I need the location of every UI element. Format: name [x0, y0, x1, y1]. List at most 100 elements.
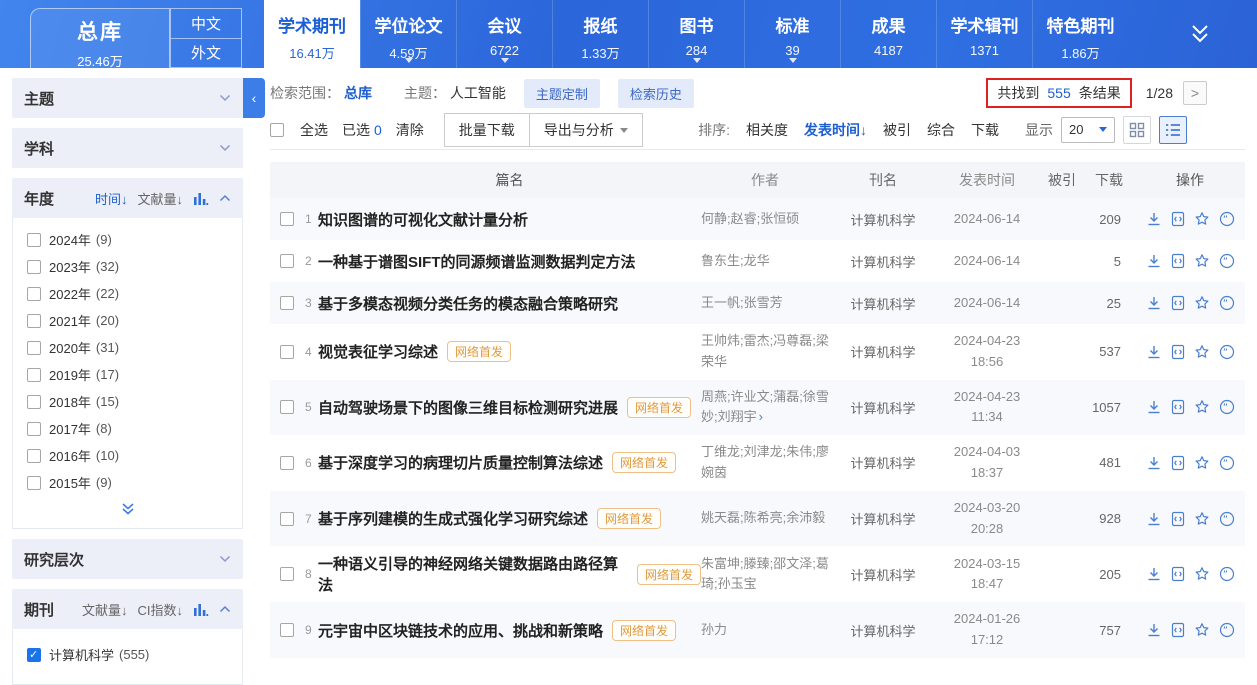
row-checkbox[interactable]: [280, 623, 294, 637]
panel-subject-header[interactable]: 学科: [12, 128, 243, 168]
year-filter-item[interactable]: 2017年 (8): [13, 415, 242, 442]
database-tab[interactable]: 学术期刊 16.41万: [264, 0, 360, 68]
select-all-label[interactable]: 全选: [300, 120, 328, 140]
article-title-link[interactable]: 元宇宙中区块链技术的应用、挑战和新策略: [318, 620, 603, 641]
download-icon[interactable]: [1146, 622, 1162, 638]
year-checkbox[interactable]: [27, 314, 41, 328]
grid-view-icon[interactable]: [1123, 116, 1151, 144]
year-checkbox[interactable]: [27, 260, 41, 274]
download-icon[interactable]: [1146, 253, 1162, 269]
topic-custom-button[interactable]: 主题定制: [524, 79, 600, 108]
row-checkbox[interactable]: [280, 512, 294, 526]
row-checkbox[interactable]: [280, 345, 294, 359]
year-checkbox[interactable]: [27, 449, 41, 463]
year-filter-item[interactable]: 2016年 (10): [13, 442, 242, 469]
journal-cell[interactable]: 计算机科学: [833, 453, 933, 472]
journal-filter-item[interactable]: 计算机科学 (555): [13, 641, 242, 668]
year-checkbox[interactable]: [27, 395, 41, 409]
tab-zongku[interactable]: 总库 25.46万: [30, 8, 170, 68]
favorite-icon[interactable]: [1194, 622, 1210, 638]
row-checkbox[interactable]: [280, 254, 294, 268]
expand-authors-icon[interactable]: ›: [759, 409, 763, 424]
download-icon[interactable]: [1146, 211, 1162, 227]
year-checkbox[interactable]: [27, 341, 41, 355]
authors-cell[interactable]: 丁维龙;刘津龙;朱伟;廖婉茵: [701, 442, 833, 484]
sort-by-ci-index[interactable]: CI指数↓: [137, 600, 183, 619]
download-icon[interactable]: [1146, 295, 1162, 311]
journal-cell[interactable]: 计算机科学: [833, 210, 933, 229]
article-title-link[interactable]: 一种基于谱图SIFT的同源频谱监测数据判定方法: [318, 251, 636, 272]
sort-by-count[interactable]: 文献量↓: [82, 600, 128, 619]
download-icon[interactable]: [1146, 511, 1162, 527]
html-read-icon[interactable]: [1171, 253, 1185, 269]
cite-icon[interactable]: ”: [1219, 253, 1235, 269]
sort-by-time[interactable]: 时间↓: [95, 189, 128, 208]
authors-cell[interactable]: 鲁东生;龙华: [701, 251, 833, 272]
article-title-link[interactable]: 一种语义引导的神经网络关键数据路由路径算法: [318, 553, 628, 595]
page-size-select[interactable]: 20: [1061, 117, 1115, 143]
journal-cell[interactable]: 计算机科学: [833, 342, 933, 361]
favorite-icon[interactable]: [1194, 295, 1210, 311]
authors-cell[interactable]: 姚天磊;陈希亮;余沛毅: [701, 508, 833, 529]
favorite-icon[interactable]: [1194, 344, 1210, 360]
cite-icon[interactable]: ”: [1219, 399, 1235, 415]
year-checkbox[interactable]: [27, 422, 41, 436]
export-analyze-button[interactable]: 导出与分析: [530, 113, 643, 147]
database-tab[interactable]: 学位论文 4.59万: [360, 0, 456, 68]
sort-option[interactable]: 相关度: [746, 120, 788, 140]
sort-option[interactable]: 被引: [883, 120, 911, 140]
favorite-icon[interactable]: [1194, 455, 1210, 471]
authors-cell[interactable]: 朱富坤;滕臻;邵文泽;葛琦;孙玉宝: [701, 554, 833, 596]
cite-icon[interactable]: ”: [1219, 211, 1235, 227]
journal-cell[interactable]: 计算机科学: [833, 252, 933, 271]
chevron-down-icon[interactable]: [219, 94, 231, 102]
journal-cell[interactable]: 计算机科学: [833, 294, 933, 313]
database-tab[interactable]: 成果 4187: [840, 0, 936, 68]
year-filter-item[interactable]: 2018年 (15): [13, 388, 242, 415]
list-view-icon[interactable]: [1159, 116, 1187, 144]
chevron-down-icon[interactable]: [219, 555, 231, 563]
sort-by-count[interactable]: 文献量↓: [137, 189, 183, 208]
html-read-icon[interactable]: [1171, 622, 1185, 638]
cite-icon[interactable]: ”: [1219, 566, 1235, 582]
batch-download-button[interactable]: 批量下载: [444, 113, 530, 147]
row-checkbox[interactable]: [280, 456, 294, 470]
database-tab[interactable]: 图书 284: [648, 0, 744, 68]
html-read-icon[interactable]: [1171, 566, 1185, 582]
favorite-icon[interactable]: [1194, 211, 1210, 227]
nav-more-double-chevron-icon[interactable]: [1185, 22, 1215, 46]
authors-cell[interactable]: 王帅炜;雷杰;冯尊磊;梁荣华: [701, 331, 833, 373]
sidebar-collapse-button[interactable]: ‹: [243, 78, 265, 118]
year-checkbox[interactable]: [27, 476, 41, 490]
database-tab[interactable]: 标准 39: [744, 0, 840, 68]
html-read-icon[interactable]: [1171, 344, 1185, 360]
authors-cell[interactable]: 何静;赵睿;张恒硕: [701, 209, 833, 230]
panel-research-level-header[interactable]: 研究层次: [12, 539, 243, 579]
next-page-button[interactable]: >: [1183, 81, 1207, 105]
sort-option[interactable]: 下载: [971, 120, 999, 140]
year-filter-item[interactable]: 2015年 (9): [13, 469, 242, 496]
row-checkbox[interactable]: [280, 212, 294, 226]
year-filter-item[interactable]: 2019年 (17): [13, 361, 242, 388]
article-title-link[interactable]: 基于深度学习的病理切片质量控制算法综述: [318, 452, 603, 473]
journal-cell[interactable]: 计算机科学: [833, 621, 933, 640]
download-icon[interactable]: [1146, 566, 1162, 582]
year-filter-item[interactable]: 2024年 (9): [13, 226, 242, 253]
database-tab[interactable]: 学术辑刊 1371: [936, 0, 1032, 68]
article-title-link[interactable]: 知识图谱的可视化文献计量分析: [318, 209, 528, 230]
html-read-icon[interactable]: [1171, 399, 1185, 415]
language-tab[interactable]: 中文: [170, 8, 242, 38]
cite-icon[interactable]: ”: [1219, 455, 1235, 471]
row-checkbox[interactable]: [280, 567, 294, 581]
year-filter-item[interactable]: 2023年 (32): [13, 253, 242, 280]
favorite-icon[interactable]: [1194, 566, 1210, 582]
journal-cell[interactable]: 计算机科学: [833, 565, 933, 584]
download-icon[interactable]: [1146, 344, 1162, 360]
row-checkbox[interactable]: [280, 400, 294, 414]
favorite-icon[interactable]: [1194, 253, 1210, 269]
clear-selection-button[interactable]: 清除: [396, 120, 424, 140]
cite-icon[interactable]: ”: [1219, 622, 1235, 638]
year-filter-item[interactable]: 2021年 (20): [13, 307, 242, 334]
expand-years-double-chevron-icon[interactable]: [13, 496, 242, 524]
select-all-checkbox[interactable]: [270, 123, 284, 137]
